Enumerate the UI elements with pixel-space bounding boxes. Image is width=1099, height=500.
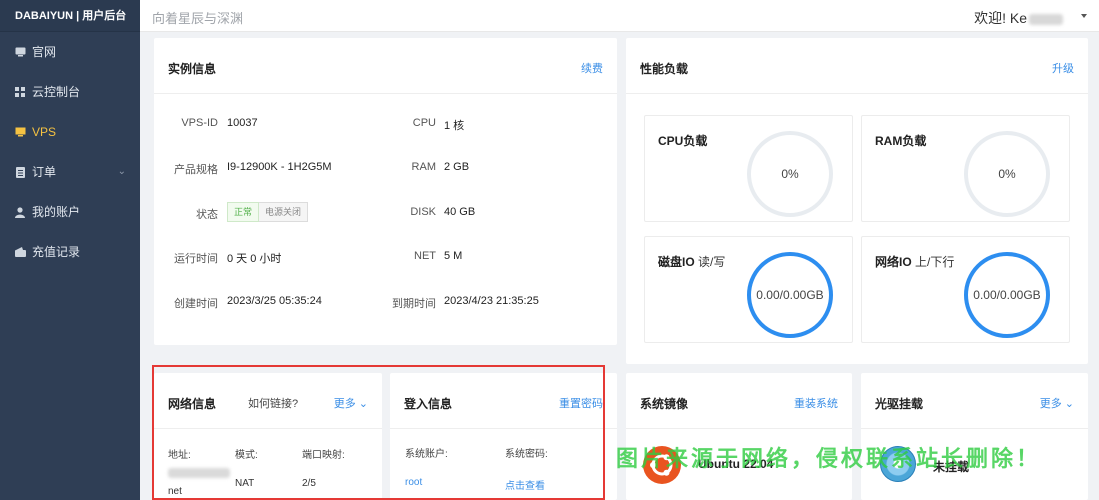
info-label: 状态 [196, 209, 218, 221]
login-info-card: 登入信息 重置密码 系统账户: 系统密码: root 点击查看 [390, 373, 617, 500]
card-title: 光驱挂载 [875, 397, 924, 411]
card-header: 实例信息 续费 [154, 38, 617, 94]
column-header: 地址: [168, 450, 191, 461]
screen-icon [14, 126, 26, 138]
sidebar-item-homepage[interactable]: 官网 [0, 32, 140, 72]
how-to-connect-link[interactable]: 如何链接? [248, 395, 298, 411]
gauge-title: RAM负载 [875, 134, 927, 148]
sidebar: DABAIYUN | 用户后台 官网 云控制台 VPS 订单 ⌄ 我的账户 充值… [0, 0, 140, 500]
address-value: net [168, 486, 182, 497]
power-off-badge: 电源关闭 [259, 202, 309, 222]
status-badge: 正常 [227, 202, 260, 222]
info-value: I9-12900K - 1H2G5M [227, 161, 332, 173]
sidebar-item-my-account[interactable]: 我的账户 [0, 192, 140, 232]
gauge-title: 磁盘IO 读/写 [658, 255, 726, 269]
blurred-username [1029, 13, 1063, 25]
info-label: 运行时间 [174, 253, 218, 265]
gauge-card-cpu: CPU负载 0% [644, 115, 853, 222]
gauge-value: 0.00/0.00GB [756, 288, 824, 302]
gauge-card-ram: RAM负载 0% [861, 115, 1070, 222]
info-label: VPS-ID [181, 117, 218, 129]
top-bar: 向着星辰与深渊 欢迎! Ke [140, 0, 1099, 32]
info-value: 1 核 [444, 120, 465, 132]
sidebar-item-label: 我的账户 [32, 205, 81, 219]
card-title: 登入信息 [404, 397, 453, 411]
info-label: NET [414, 250, 436, 262]
card-header: 光驱挂载 更多 ⌄ [861, 373, 1088, 429]
list-icon [14, 166, 26, 178]
info-value: 5 M [444, 250, 463, 262]
sidebar-item-recharge-records[interactable]: 充值记录 [0, 232, 140, 272]
card-header: 网络信息 如何链接? 更多 ⌄ [154, 373, 382, 429]
card-header: 系统镜像 重装系统 [626, 373, 852, 429]
column-header: 系统账户: [405, 449, 448, 460]
info-label: 创建时间 [174, 298, 218, 310]
gauge-value: 0% [781, 167, 799, 181]
chevron-down-icon: ⌄ [358, 398, 368, 410]
gauge-value: 0.00/0.00GB [973, 288, 1041, 302]
gauge-card-network-io: 网络IO 上/下行 0.00/0.00GB [861, 236, 1070, 343]
upgrade-link[interactable]: 升级 [1052, 60, 1074, 76]
info-value: 2023/4/23 21:35:25 [444, 295, 539, 307]
info-label: 到期时间 [392, 298, 436, 310]
gauge-title: 网络IO 上/下行 [875, 255, 955, 269]
gauge-title: CPU负载 [658, 134, 708, 148]
info-value: 10037 [227, 117, 258, 129]
reset-password-link[interactable]: 重置密码 [559, 395, 603, 411]
site-slogan: 向着星辰与深渊 [152, 11, 244, 26]
mode-value: NAT [235, 478, 255, 489]
chevron-down-icon: ⌄ [1064, 398, 1074, 410]
brand-logo[interactable]: DABAIYUN | 用户后台 [0, 0, 140, 32]
more-dropdown[interactable]: 更多 ⌄ [1040, 395, 1074, 411]
column-header: 系统密码: [505, 449, 548, 460]
sidebar-item-label: VPS [32, 125, 57, 139]
wallet-icon [14, 246, 26, 258]
caret-down-icon[interactable] [1081, 14, 1087, 18]
card-header: 登入信息 重置密码 [390, 373, 617, 429]
sidebar-item-orders[interactable]: 订单 ⌄ [0, 152, 140, 192]
grid-icon [14, 86, 26, 98]
status-tags: 正常 电源关闭 [227, 202, 309, 222]
info-value: 40 GB [444, 206, 476, 218]
sidebar-item-label: 充值记录 [32, 245, 81, 259]
card-header: 性能负载 升级 [626, 38, 1088, 94]
blurred-address [168, 468, 230, 478]
performance-card: 性能负载 升级 CPU负载 0% RAM负载 0% 磁盘IO 读/写 0.00/… [626, 38, 1088, 364]
info-label: CPU [412, 117, 436, 129]
sidebar-item-vps[interactable]: VPS [0, 112, 140, 152]
welcome-text: 欢迎! Ke [974, 10, 1027, 26]
user-menu[interactable]: 欢迎! Ke [974, 8, 1063, 28]
column-header: 模式: [235, 450, 258, 461]
gauge-card-disk-io: 磁盘IO 读/写 0.00/0.00GB [644, 236, 853, 343]
monitor-icon [14, 46, 26, 58]
watermark-text: 图片来源于网络，侵权联系站长删除！ [616, 446, 1042, 471]
sidebar-item-label: 官网 [32, 45, 57, 59]
gauge-value: 0% [998, 167, 1016, 181]
more-dropdown[interactable]: 更多 ⌄ [334, 395, 368, 411]
info-label: RAM [411, 161, 436, 173]
column-header: 端口映射: [302, 450, 345, 461]
info-label: DISK [410, 206, 436, 218]
info-value: 0 天 0 小时 [227, 253, 282, 265]
card-title: 网络信息 [168, 397, 217, 411]
renew-link[interactable]: 续费 [581, 60, 603, 76]
account-value[interactable]: root [405, 477, 422, 488]
info-value: 2 GB [444, 161, 470, 173]
card-title: 实例信息 [168, 62, 217, 76]
info-value: 2023/3/25 05:35:24 [227, 295, 322, 307]
view-password-link[interactable]: 点击查看 [505, 477, 545, 492]
card-title: 性能负载 [640, 62, 689, 76]
reinstall-link[interactable]: 重装系统 [794, 395, 838, 411]
card-title: 系统镜像 [640, 397, 689, 411]
sidebar-item-label: 云控制台 [32, 85, 81, 99]
network-info-card: 网络信息 如何链接? 更多 ⌄ 地址: 模式: 端口映射: net NAT 2/… [154, 373, 382, 500]
sidebar-item-cloud-console[interactable]: 云控制台 [0, 72, 140, 112]
chevron-down-icon: ⌄ [117, 166, 126, 177]
instance-info-card: 实例信息 续费 VPS-ID 10037 CPU 1 核 产品规格 I9-129… [154, 38, 617, 345]
user-icon [14, 206, 26, 218]
port-mapping-value: 2/5 [302, 478, 316, 489]
sidebar-item-label: 订单 [32, 165, 57, 179]
info-label: 产品规格 [174, 164, 218, 176]
